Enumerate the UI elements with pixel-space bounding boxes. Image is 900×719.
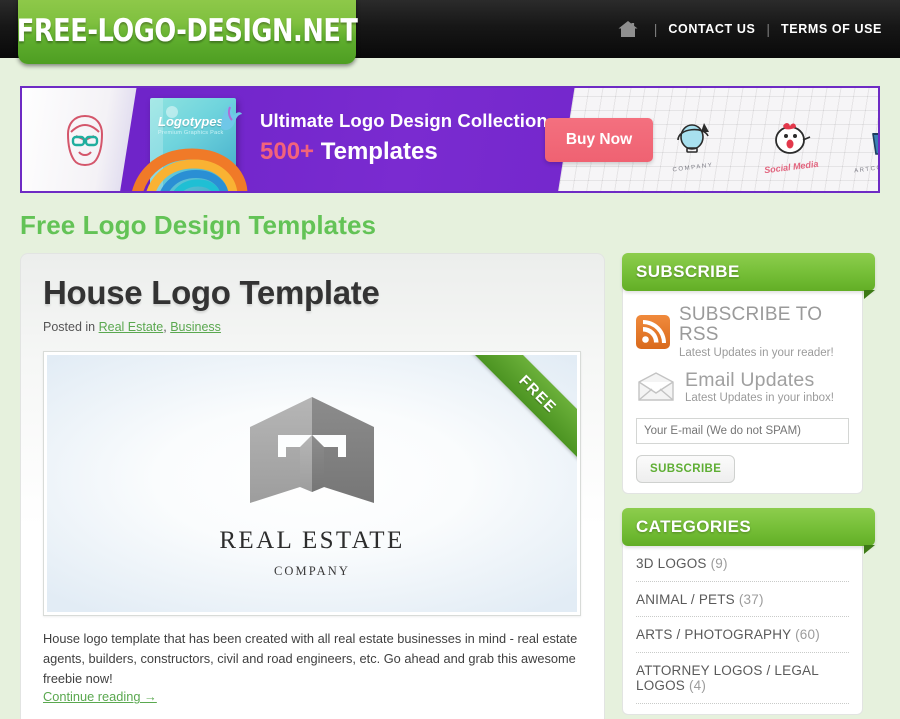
email-updates-subtitle: Latest Updates in your inbox! [685, 392, 834, 405]
girl-face-icon [54, 110, 116, 172]
nav-separator-2: | [766, 21, 771, 37]
categories-list: 3D LOGOS (9) ANIMAL / PETS (37) ARTS / P… [623, 546, 862, 704]
product-box-badge [166, 106, 178, 118]
post-thumbnail-frame[interactable]: FREE REAL ESTATE COMPANY [43, 351, 581, 616]
nav-link-contact-us[interactable]: CONTACT US [668, 22, 755, 36]
sample-logo-artcompany: ARTCOMPANY [854, 116, 878, 174]
categories-widget: CATEGORIES 3D LOGOS (9) ANIMAL / PETS (3… [622, 508, 875, 715]
subscribe-widget-header: SUBSCRIBE [622, 253, 875, 299]
lightbulb-icon [677, 123, 709, 153]
site-logo-text: FREE-LOGO-DESIGN.NET [16, 13, 358, 49]
email-input-row [636, 418, 849, 445]
subscribe-button[interactable]: SUBSCRIBE [636, 455, 736, 484]
email-updates-title: Email Updates [685, 368, 815, 391]
post-excerpt: House logo template that has been create… [43, 631, 578, 686]
chicken-icon [775, 123, 811, 154]
category-label: ANIMAL / PETS [636, 591, 735, 607]
rss-subtitle: Latest Updates in your reader! [679, 346, 834, 359]
free-ribbon: FREE [465, 355, 577, 467]
main-content-panel: House Logo Template Posted in Real Estat… [20, 253, 605, 719]
categories-widget-title: CATEGORIES [636, 517, 752, 537]
header-ribbon-fold [864, 545, 875, 555]
post-meta: Posted in Real Estate, Business [43, 320, 582, 334]
rss-icon [636, 314, 670, 349]
post-meta-comma: , [163, 320, 167, 334]
category-label: ATTORNEY LOGOS / LEGAL LOGOS [636, 662, 819, 694]
promo-banner[interactable]: Logotypes Premium Graphics Pack Ultimate… [20, 86, 880, 193]
envelope-icon [636, 372, 676, 402]
header-ribbon-fold [864, 290, 875, 299]
category-label: 3D LOGOS [636, 556, 707, 572]
banner-text-block: Ultimate Logo Design Collection 500+ Tem… [260, 110, 548, 166]
page-layout: House Logo Template Posted in Real Estat… [0, 241, 900, 719]
rss-subscribe-link[interactable]: SUBSCRIBE TO RSS Latest Updates in your … [636, 305, 849, 359]
promo-banner-wrapper: Logotypes Premium Graphics Pack Ultimate… [0, 58, 900, 193]
post-category-real-estate[interactable]: Real Estate [99, 320, 164, 334]
sidebar: SUBSCRIBE SUBSCRIBE TO RSS Latest Update… [622, 253, 875, 719]
sample-logo-social-media: Social Media [764, 118, 819, 175]
top-navigation: | CONTACT US | TERMS OF USE [617, 0, 882, 58]
house-logo-mark [248, 395, 376, 520]
post-title: House Logo Template [43, 274, 380, 311]
banner-subheadline: 500+ Templates [260, 138, 548, 166]
nav-separator-1: | [653, 21, 658, 37]
sample-logo-company: COMPANY [670, 120, 716, 173]
rss-text-block: SUBSCRIBE TO RSS Latest Updates in your … [679, 305, 849, 359]
site-logo[interactable]: FREE-LOGO-DESIGN.NET [16, 0, 358, 64]
post-category-business[interactable]: Business [170, 320, 221, 334]
logo-wordmark-sub: COMPANY [273, 564, 351, 578]
email-input[interactable] [636, 418, 849, 445]
category-count: (60) [795, 627, 820, 643]
nav-link-terms-of-use[interactable]: TERMS OF USE [781, 22, 882, 36]
banner-headline: Ultimate Logo Design Collection [260, 110, 548, 131]
subscribe-widget: SUBSCRIBE SUBSCRIBE TO RSS Latest Update… [622, 253, 875, 495]
bird-icon [217, 102, 243, 132]
continue-reading-link[interactable]: Continue reading → [43, 689, 157, 704]
email-text-block: Email Updates Latest Updates in your inb… [685, 368, 834, 405]
category-label: ARTS / PHOTOGRAPHY [636, 627, 792, 643]
category-count: (4) [688, 678, 707, 694]
list-item[interactable]: ARTS / PHOTOGRAPHY (60) [636, 617, 849, 653]
site-header: FREE-LOGO-DESIGN.NET | CONTACT US | TERM… [0, 0, 900, 64]
pen-pot-icon [871, 133, 878, 155]
post-meta-prefix: Posted in [43, 320, 96, 334]
email-updates-row: Email Updates Latest Updates in your inb… [636, 368, 849, 405]
logo-wordmark: REAL ESTATE COMPANY [47, 527, 577, 579]
list-item[interactable]: ATTORNEY LOGOS / LEGAL LOGOS (4) [636, 653, 849, 704]
home-icon[interactable] [617, 20, 639, 38]
page-title: Free Logo Design Templates [20, 210, 377, 240]
list-item[interactable]: 3D LOGOS (9) [636, 546, 849, 582]
logo-wordmark-main: REAL ESTATE [219, 527, 405, 554]
rss-title: SUBSCRIBE TO RSS [679, 304, 823, 345]
subscribe-widget-title: SUBSCRIBE [636, 262, 740, 281]
category-count: (9) [710, 556, 728, 572]
category-count: (37) [738, 591, 764, 607]
banner-count: 500+ [260, 138, 315, 165]
subscribe-widget-body: SUBSCRIBE TO RSS Latest Updates in your … [623, 291, 862, 484]
banner-count-word: Templates [320, 138, 438, 165]
free-ribbon-label: FREE [515, 371, 561, 417]
list-item[interactable]: ANIMAL / PETS (37) [636, 582, 849, 618]
post-thumbnail: FREE REAL ESTATE COMPANY [47, 355, 577, 612]
swoosh-graphic [130, 146, 280, 191]
buy-now-button[interactable]: Buy Now [545, 118, 653, 162]
categories-widget-header: CATEGORIES [622, 508, 875, 555]
